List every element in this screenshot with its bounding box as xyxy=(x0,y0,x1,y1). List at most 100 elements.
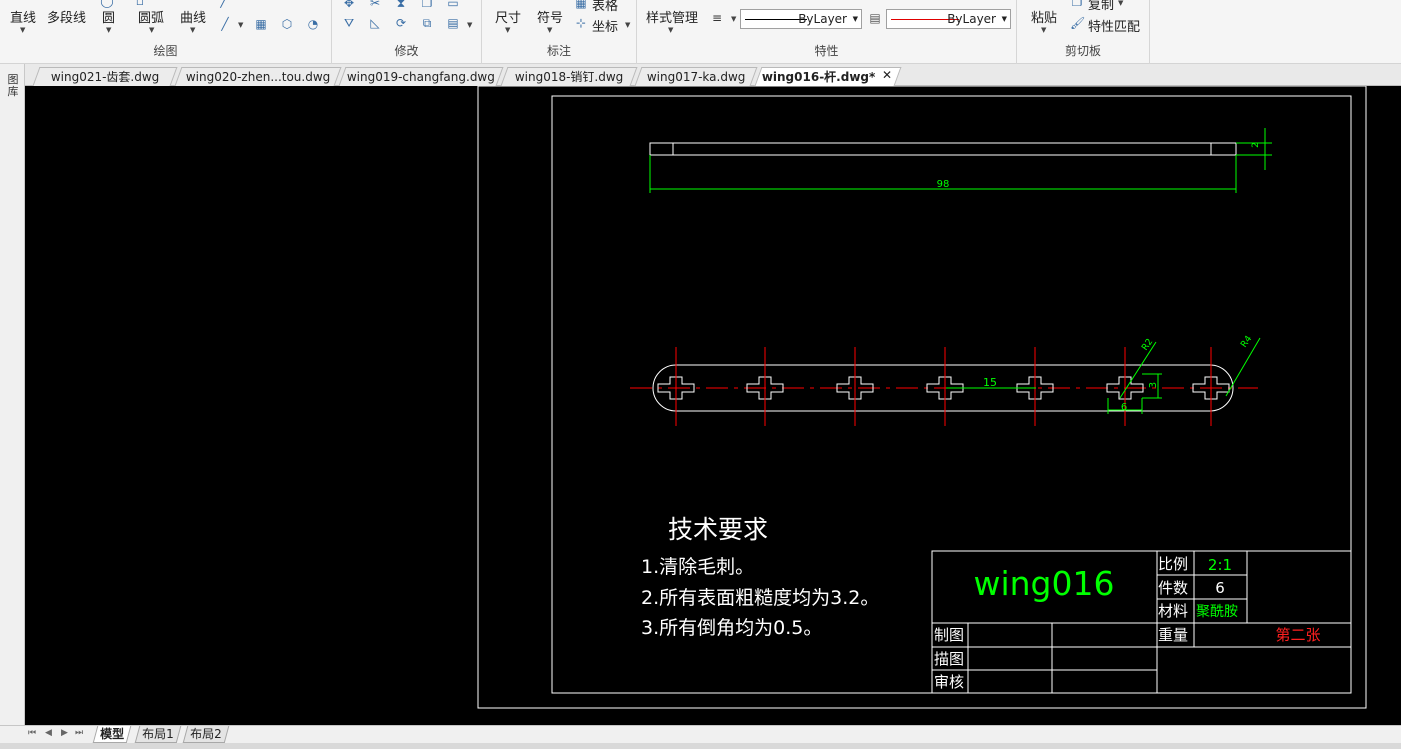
tab-layout2[interactable]: 布局2 xyxy=(182,726,229,743)
tab-wing020[interactable]: wing020-zhen...tou.dwg xyxy=(174,67,342,86)
match-properties-icon[interactable]: 🖌 xyxy=(1070,17,1085,30)
lineweight-icon[interactable]: ≡ xyxy=(710,12,724,25)
copy-button[interactable]: 复制 xyxy=(1088,0,1114,13)
chevron-down-icon[interactable]: ▼ xyxy=(1041,26,1046,34)
sheet-label: 第二张 xyxy=(1275,626,1320,644)
chevron-down-icon[interactable]: ▼ xyxy=(20,26,25,34)
tech-req-item-3: 3.所有倒角均为0.5。 xyxy=(641,617,822,639)
copy-icon[interactable]: ❐ xyxy=(1070,0,1084,9)
next-tab-icon[interactable]: ▶ xyxy=(61,728,68,738)
layout-tab-bar: ⏮ ◀ ▶ ⏭ 模型 布局1 布局2 xyxy=(0,725,1401,743)
offset-icon[interactable]: ⧉ xyxy=(420,17,434,30)
chevron-down-icon[interactable]: ▼ xyxy=(1118,0,1123,7)
layer-lines-icon[interactable]: ▤ xyxy=(868,12,882,25)
style-manager-button[interactable]: 样式管理 xyxy=(646,7,698,26)
polyline-button[interactable]: 多段线 xyxy=(47,7,86,26)
match-properties-button[interactable]: 特性匹配 xyxy=(1088,16,1140,35)
part-name: wing016 xyxy=(973,564,1114,603)
region-icon[interactable]: ⬡ xyxy=(280,18,294,31)
circle-button[interactable]: 圆 xyxy=(102,7,115,26)
first-tab-icon[interactable]: ⏮ xyxy=(28,728,36,738)
drawn-label: 制图 xyxy=(934,626,964,644)
tab-wing017[interactable]: wing017-ka.dwg xyxy=(634,67,758,86)
tech-req-title: 技术要求 xyxy=(668,515,768,544)
color-combo[interactable]: ByLayer ▼ xyxy=(886,9,1011,29)
ribbon: ◯ ▫ ╱ 直线 ▼ 多段线 圆 ▼ 圆弧 ▼ 曲线 ▼ ╱ ▼ ▦ ⬡ ◔ 绘… xyxy=(0,0,1401,64)
drawing-canvas[interactable]: 98 2 15 6 3 R2 R4 技术要求 1.清除毛刺。 2.所有表面粗糙度… xyxy=(25,86,1401,728)
construction-line-icon[interactable]: ╱ xyxy=(218,18,232,31)
chevron-down-icon[interactable]: ▼ xyxy=(238,21,243,29)
copy-object-icon[interactable]: ❐ xyxy=(420,0,434,10)
pencil-top-icon: ╱ xyxy=(220,0,228,8)
count-value: 6 xyxy=(1215,579,1225,597)
chevron-down-icon[interactable]: ▼ xyxy=(467,21,472,29)
linetype-combo[interactable]: ByLayer ▼ xyxy=(740,9,862,29)
tab-model[interactable]: 模型 xyxy=(92,726,132,743)
trim-icon[interactable]: ✂ xyxy=(368,0,382,10)
document-tab-bar: wing021-齿套.dwg wing020-zhen...tou.dwg wi… xyxy=(0,64,1401,86)
chevron-down-icon[interactable]: ▼ xyxy=(149,26,154,34)
table-button[interactable]: 表格 xyxy=(592,0,618,14)
tab-wing016[interactable]: wing016-杆.dwg* xyxy=(754,67,902,86)
tech-req-item-1: 1.清除毛刺。 xyxy=(641,556,754,578)
prev-tab-icon[interactable]: ◀ xyxy=(45,728,52,738)
paste-button[interactable]: 粘贴 xyxy=(1031,7,1057,26)
chevron-down-icon[interactable]: ▼ xyxy=(190,26,195,34)
dimension-button[interactable]: 尺寸 xyxy=(495,7,521,26)
line-button[interactable]: 直线 xyxy=(10,7,36,26)
tab-wing018[interactable]: wing018-销钉.dwg xyxy=(500,67,638,86)
color-value: ByLayer xyxy=(947,12,996,26)
coordinate-icon[interactable]: ⊹ xyxy=(574,17,588,30)
material-label: 材料 xyxy=(1158,602,1188,620)
arc-button[interactable]: 圆弧 xyxy=(138,7,164,26)
tab-layout1[interactable]: 布局1 xyxy=(134,726,181,743)
close-icon[interactable]: ✕ xyxy=(882,68,892,82)
scale-label: 比例 xyxy=(1158,555,1188,573)
annotate-group: 尺寸 ▼ 符号 ▼ ▦ 表格 ⊹ 坐标 ▼ 标注 xyxy=(482,0,637,64)
erase-icon[interactable]: ▤ xyxy=(446,17,460,30)
chevron-down-icon[interactable]: ▼ xyxy=(625,21,630,29)
clipboard-group: 粘贴 ▼ ❐ 复制 ▼ 🖌 特性匹配 剪切板 xyxy=(1017,0,1150,64)
tab-wing021[interactable]: wing021-齿套.dwg xyxy=(32,67,178,86)
coordinate-button[interactable]: 坐标 xyxy=(592,16,618,35)
left-panel-strip: 图库 xyxy=(0,64,25,728)
chevron-down-icon[interactable]: ▼ xyxy=(106,26,111,34)
r4-text: R4 xyxy=(1239,334,1254,350)
rotate-icon[interactable]: ⟳ xyxy=(394,17,408,30)
slot-height-text: 3 xyxy=(1148,382,1159,388)
chevron-down-icon[interactable]: ▼ xyxy=(668,26,673,34)
table-icon[interactable]: ▦ xyxy=(574,0,588,10)
material-value: 聚酰胺 xyxy=(1196,604,1238,620)
thickness-dim-text: 2 xyxy=(1251,142,1261,148)
chevron-down-icon[interactable]: ▼ xyxy=(505,26,510,34)
chevron-down-icon: ▼ xyxy=(852,15,858,23)
library-panel-toggle[interactable]: 图库 xyxy=(6,74,20,98)
hatch-icon[interactable]: ▦ xyxy=(254,18,268,31)
tab-wing019[interactable]: wing019-changfang.dwg xyxy=(338,67,504,86)
drawing-svg: 98 2 15 6 3 R2 R4 技术要求 1.清除毛刺。 2.所有表面粗糙度… xyxy=(477,86,1367,709)
last-tab-icon[interactable]: ⏭ xyxy=(75,728,83,738)
draw-group: ◯ ▫ ╱ 直线 ▼ 多段线 圆 ▼ 圆弧 ▼ 曲线 ▼ ╱ ▼ ▦ ⬡ ◔ 绘… xyxy=(0,0,332,64)
clipboard-group-label: 剪切板 xyxy=(1064,44,1101,58)
status-bar xyxy=(0,743,1401,749)
move-icon[interactable]: ✥ xyxy=(342,0,356,10)
array-icon[interactable]: ▭ xyxy=(446,0,460,10)
r2-text: R2 xyxy=(1140,337,1155,353)
symbol-button[interactable]: 符号 xyxy=(537,7,563,26)
stretch-icon[interactable]: ⛛ xyxy=(342,17,356,30)
chevron-down-icon[interactable]: ▼ xyxy=(547,26,552,34)
modify-group-label: 修改 xyxy=(394,44,419,58)
count-label: 件数 xyxy=(1158,579,1188,597)
mirror-icon[interactable]: ⧗ xyxy=(394,0,408,10)
boundary-icon[interactable]: ◔ xyxy=(306,18,320,31)
chevron-down-icon[interactable]: ▼ xyxy=(731,15,736,23)
scale-icon[interactable]: ◺ xyxy=(368,17,382,30)
chevron-down-icon: ▼ xyxy=(1001,15,1007,23)
bar-side-view xyxy=(649,142,1237,156)
checked-label: 审核 xyxy=(934,673,964,691)
weight-label: 重量 xyxy=(1158,626,1188,644)
modify-group: ✥ ✂ ⧗ ❐ ▭ ⛛ ◺ ⟳ ⧉ ▤ ▼ 修改 xyxy=(332,0,482,64)
properties-group-label: 特性 xyxy=(814,44,839,58)
tech-req-item-2: 2.所有表面粗糙度均为3.2。 xyxy=(641,587,879,609)
curve-button[interactable]: 曲线 xyxy=(180,7,206,26)
